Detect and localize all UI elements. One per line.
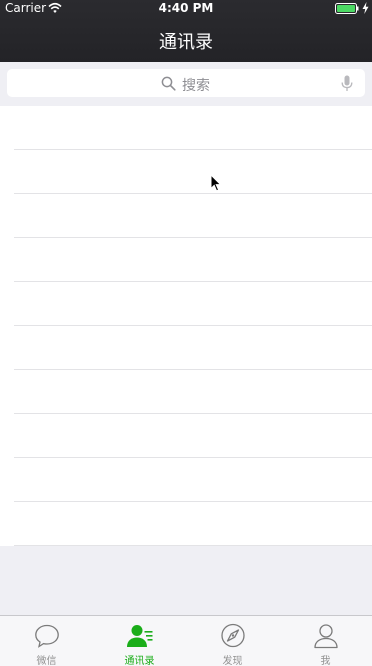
list-item[interactable] bbox=[0, 370, 372, 414]
tab-chats[interactable]: 微信 bbox=[0, 616, 93, 666]
tab-label: 发现 bbox=[222, 656, 243, 666]
list-item[interactable] bbox=[0, 150, 372, 194]
mouse-cursor-icon bbox=[210, 174, 222, 192]
list-item[interactable] bbox=[0, 502, 372, 546]
list-item[interactable] bbox=[0, 194, 372, 238]
contacts-icon bbox=[126, 625, 152, 647]
search-area: 搜索 bbox=[0, 62, 372, 104]
charging-bolt-icon bbox=[362, 2, 369, 14]
contact-list bbox=[0, 106, 372, 546]
list-item[interactable] bbox=[0, 106, 372, 150]
search-input[interactable]: 搜索 bbox=[7, 69, 365, 97]
status-bar: Carrier 4:40 PM bbox=[0, 0, 372, 18]
list-item[interactable] bbox=[0, 238, 372, 282]
navigation-bar: Carrier 4:40 PM 通讯录 bbox=[0, 0, 372, 62]
compass-icon bbox=[220, 623, 245, 648]
tab-label: 通讯录 bbox=[124, 656, 155, 666]
list-item[interactable] bbox=[0, 458, 372, 502]
tab-bar: 微信 通讯录 发现 我 bbox=[0, 615, 372, 666]
clock-time: 4:40 PM bbox=[158, 1, 214, 15]
contacts-screen: Carrier 4:40 PM 通讯录 搜索 微信 通讯录 发现 我 bbox=[0, 0, 372, 666]
tab-discover[interactable]: 发现 bbox=[186, 616, 279, 666]
microphone-icon[interactable] bbox=[341, 75, 353, 92]
tab-me[interactable]: 我 bbox=[279, 616, 372, 666]
tab-label: 我 bbox=[320, 656, 331, 666]
page-title: 通讯录 bbox=[159, 32, 213, 53]
battery-icon bbox=[335, 3, 359, 14]
list-item[interactable] bbox=[0, 414, 372, 458]
tab-label: 微信 bbox=[36, 656, 57, 666]
tab-contacts[interactable]: 通讯录 bbox=[93, 616, 186, 666]
list-item[interactable] bbox=[0, 282, 372, 326]
search-icon bbox=[161, 76, 176, 91]
list-item[interactable] bbox=[0, 326, 372, 370]
chat-bubble-icon bbox=[34, 624, 59, 648]
person-icon bbox=[313, 624, 338, 649]
search-placeholder: 搜索 bbox=[182, 78, 210, 94]
